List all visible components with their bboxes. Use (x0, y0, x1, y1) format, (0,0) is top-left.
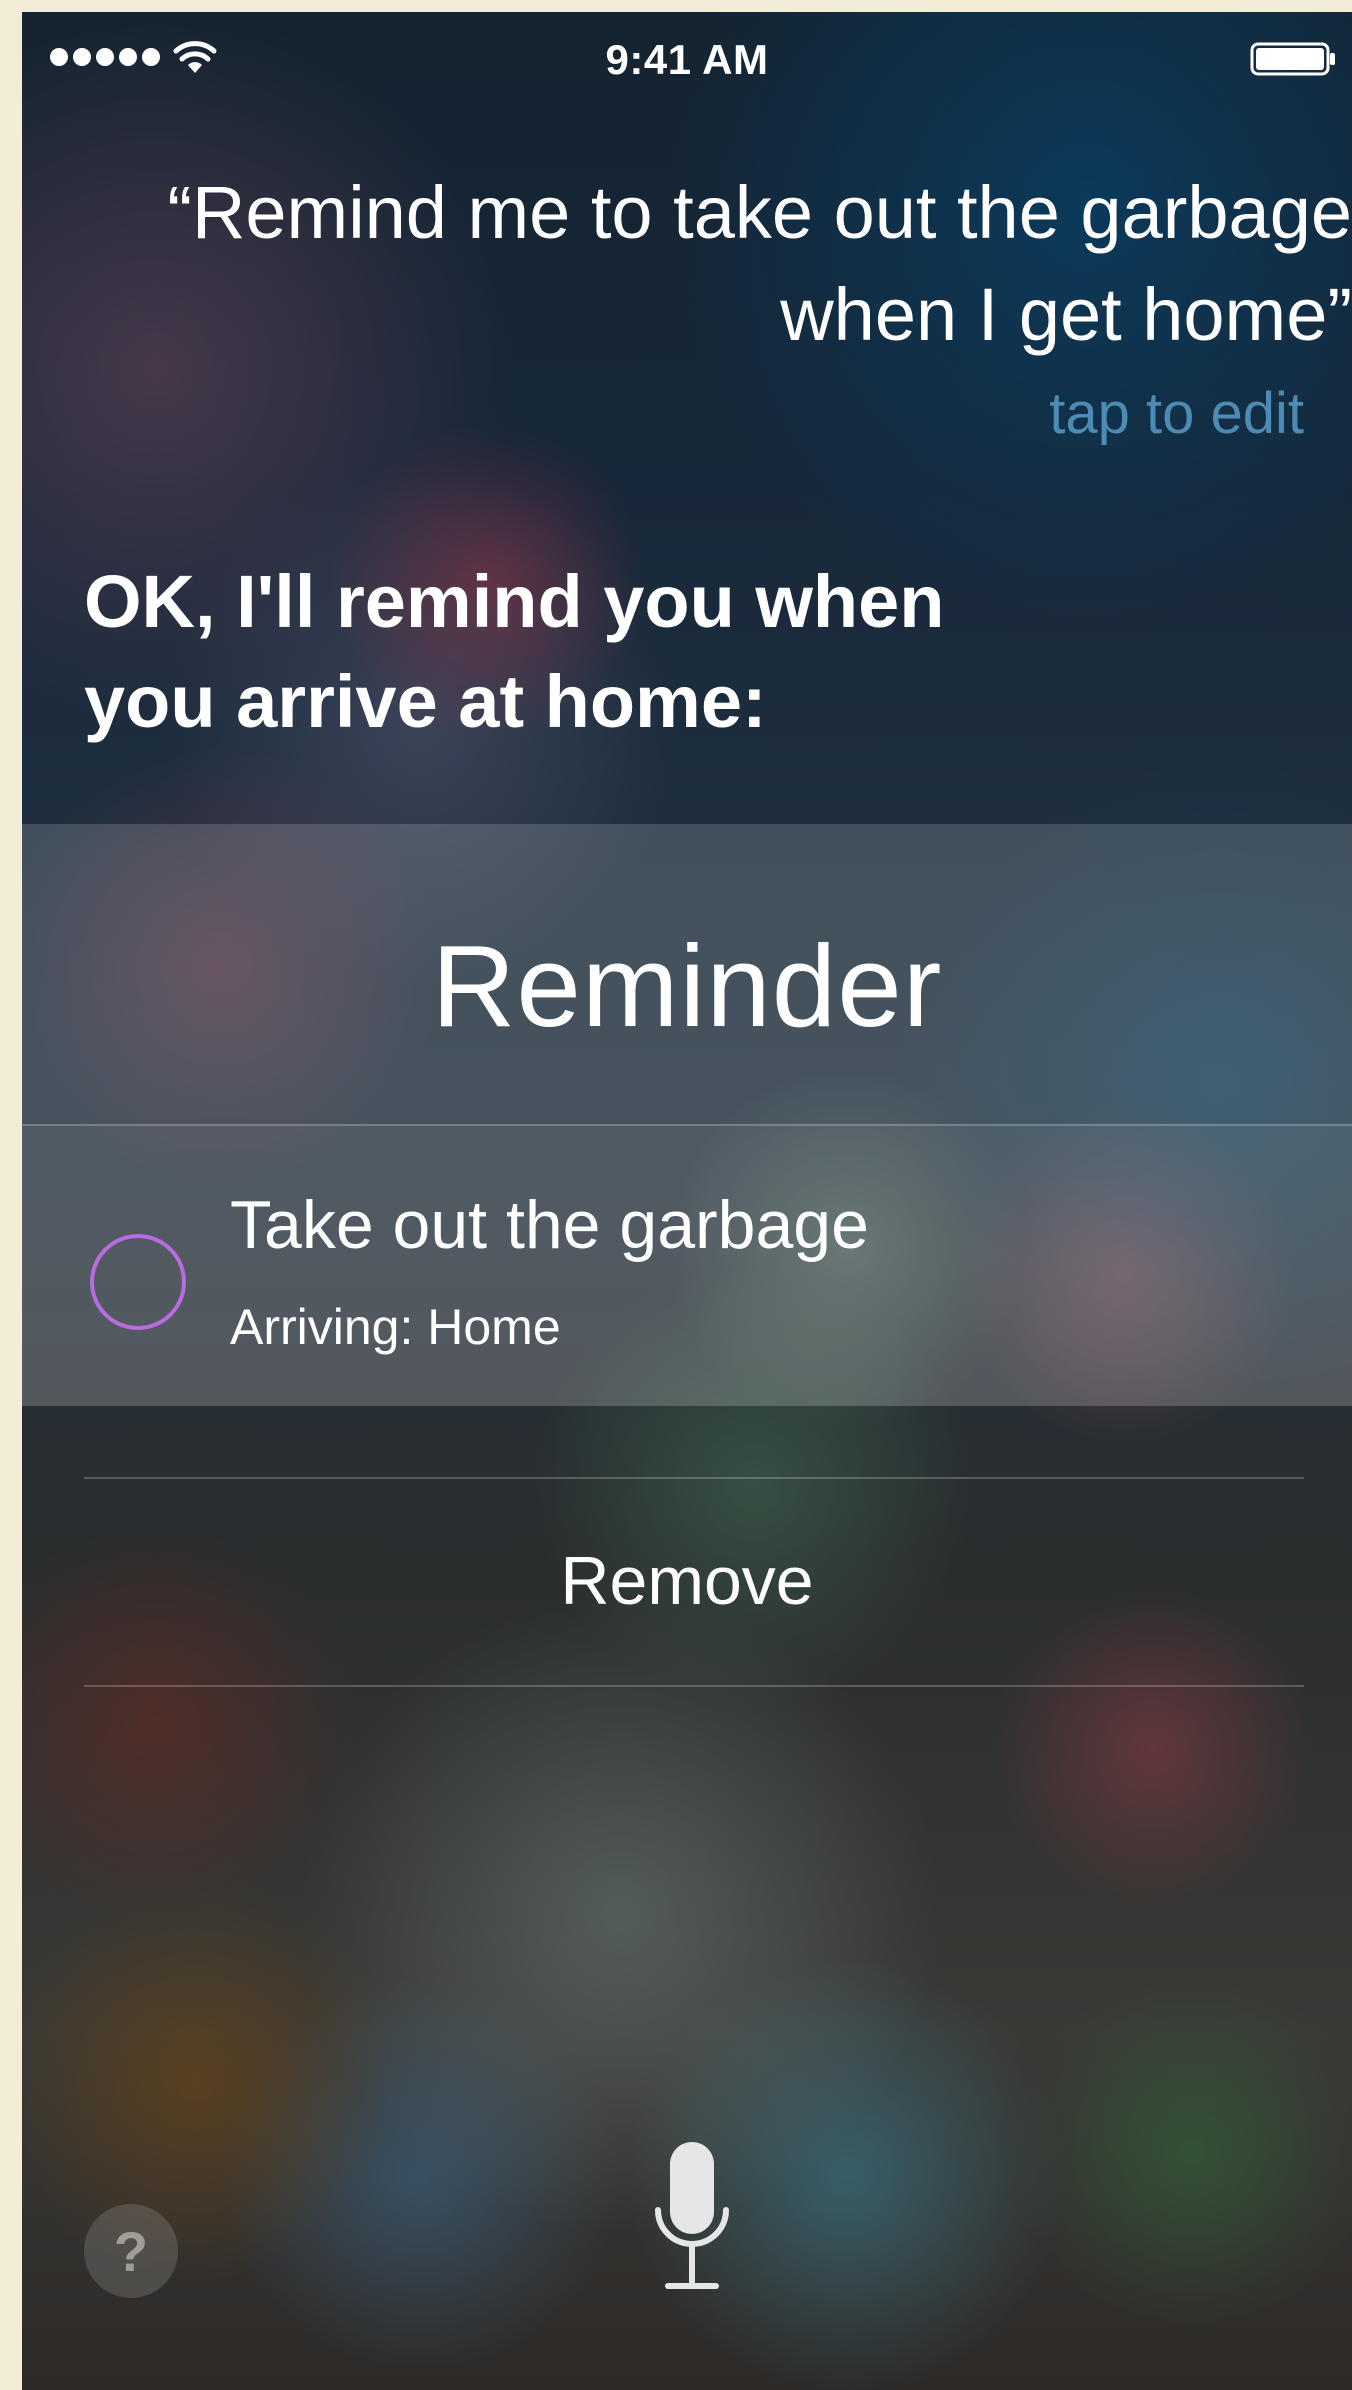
card-title: Reminder (431, 921, 943, 1051)
reminder-item[interactable]: Take out the garbage Arriving: Home (22, 1126, 1352, 1406)
remove-button[interactable]: Remove (22, 1542, 1352, 1620)
response-line-2: you arrive at home: (84, 660, 767, 743)
status-time: 9:41 AM (605, 36, 769, 83)
status-bar: 9:41 AM (22, 12, 1352, 102)
battery-icon (1250, 42, 1335, 76)
siri-query[interactable]: “Remind me to take out the garbage when … (102, 162, 1352, 366)
microphone-icon[interactable] (652, 2140, 732, 2300)
help-button[interactable]: ? (84, 2204, 178, 2298)
divider (84, 1685, 1304, 1687)
tap-to-edit-link[interactable]: tap to edit (1049, 380, 1304, 447)
reminder-card: Reminder Take out the garbage Arriving: … (22, 824, 1352, 1406)
phone-screen: 9:41 AM “Remind me to take out the garba… (22, 12, 1352, 2390)
reminder-checkbox[interactable] (90, 1234, 186, 1330)
siri-response: OK, I'll remind you when you arrive at h… (84, 552, 1184, 752)
page-frame: 9:41 AM “Remind me to take out the garba… (0, 0, 1352, 2390)
reminder-subtitle: Arriving: Home (230, 1299, 561, 1355)
reminder-title: Take out the garbage (230, 1187, 869, 1263)
divider (84, 1477, 1304, 1479)
response-line-1: OK, I'll remind you when (84, 560, 945, 643)
